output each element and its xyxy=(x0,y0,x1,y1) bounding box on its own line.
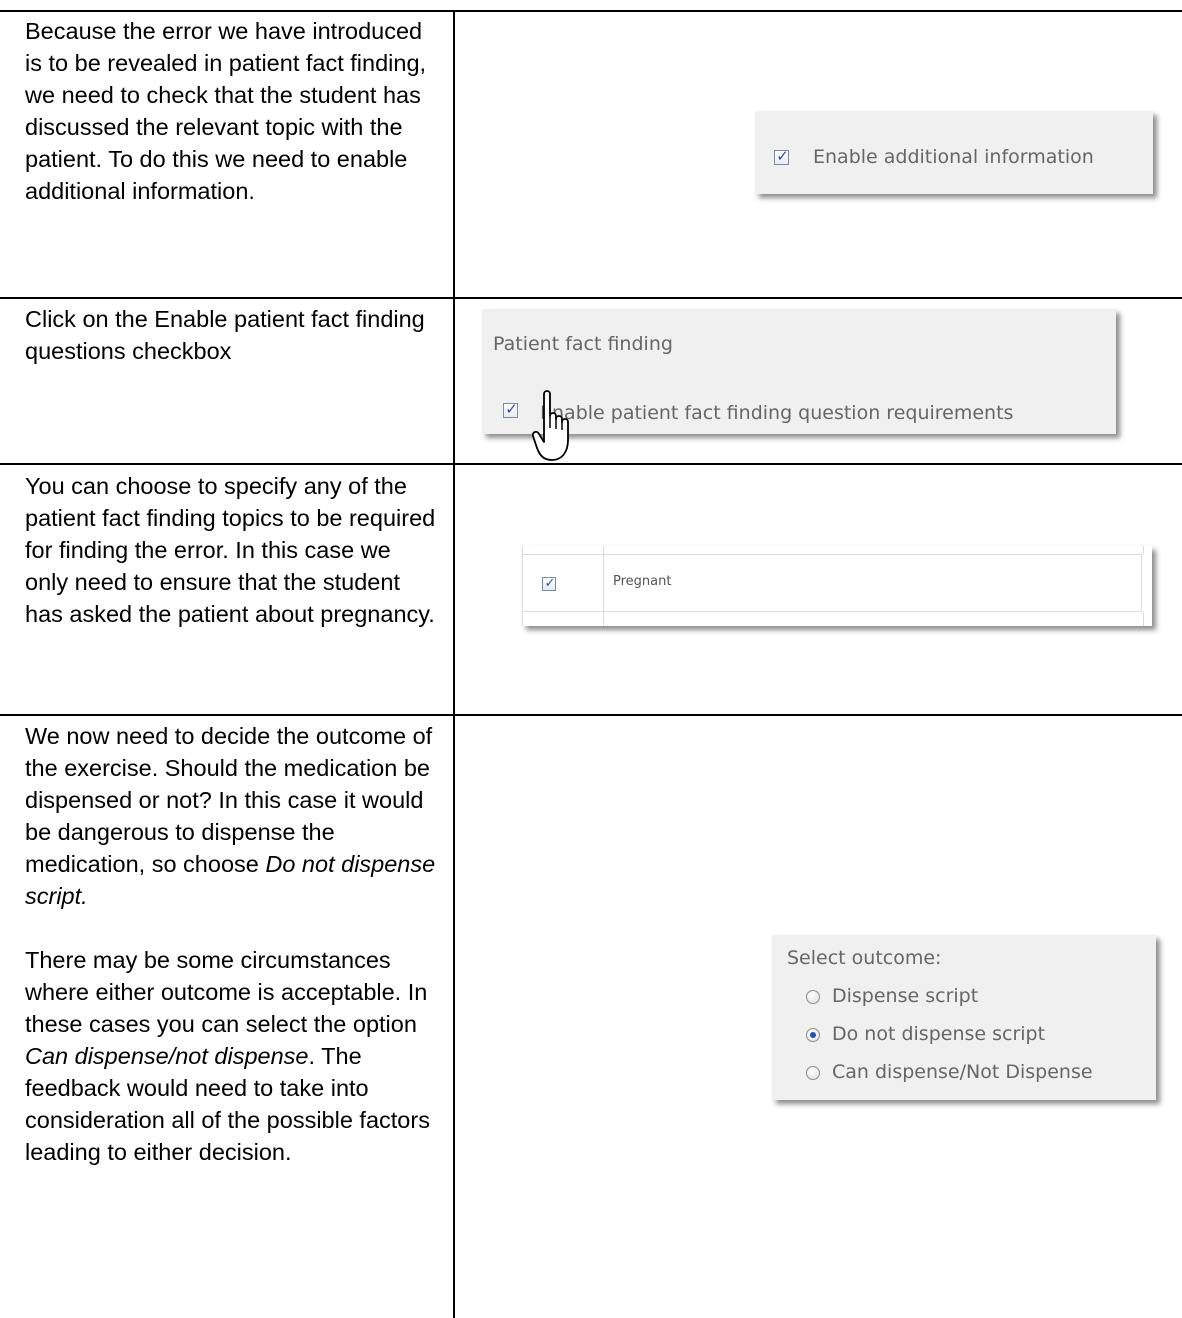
paragraph-text: There may be some circumstances where ei… xyxy=(25,947,428,1037)
radio-selected-icon[interactable] xyxy=(806,1027,820,1042)
option-label: Do not dispense script xyxy=(832,1023,1046,1045)
checkmark-icon: ✓ xyxy=(544,576,556,591)
row-2-text: Click on the Enable patient fact finding… xyxy=(25,306,425,364)
checkbox-icon[interactable]: ✓ xyxy=(503,400,518,418)
row-4-instructions: We now need to decide the outcome of the… xyxy=(25,720,440,1168)
hand-pointer-icon xyxy=(532,390,569,461)
row-divider xyxy=(0,463,1182,465)
checkmark-icon: ✓ xyxy=(776,147,789,165)
option-label: Dispense script xyxy=(832,985,979,1007)
checkbox-label: Enable patient fact finding question req… xyxy=(540,402,1014,424)
topics-table-screenshot: ✓ Pregnant xyxy=(522,546,1152,626)
emphasis-text: Can dispense/not dispense xyxy=(25,1043,309,1069)
radio-icon[interactable] xyxy=(806,1065,820,1080)
row-4-paragraph-1: We now need to decide the outcome of the… xyxy=(25,720,440,912)
row-3-instructions: You can choose to specify any of the pat… xyxy=(25,470,440,630)
table-top-border xyxy=(0,10,1182,12)
section-title: Patient fact finding xyxy=(493,333,673,355)
row-3-text: You can choose to specify any of the pat… xyxy=(25,473,436,627)
row-1-instructions: Because the error we have introduced is … xyxy=(25,15,440,207)
enable-additional-info-screenshot: ✓ Enable additional information xyxy=(755,111,1153,194)
patient-fact-finding-screenshot: Patient fact finding ✓ Enable patient fa… xyxy=(482,309,1116,434)
outcome-option-can-dispense[interactable]: Can dispense/Not Dispense xyxy=(806,1060,1093,1084)
table-row-fragment xyxy=(522,612,1144,626)
row-2-instructions: Click on the Enable patient fact finding… xyxy=(25,303,440,367)
outcome-option-do-not-dispense[interactable]: Do not dispense script xyxy=(806,1022,1045,1046)
checkbox-label: Enable additional information xyxy=(813,146,1094,168)
checkbox-icon[interactable]: ✓ xyxy=(542,576,556,591)
select-outcome-screenshot: Select outcome: Dispense script Do not d… xyxy=(772,935,1156,1100)
outcome-title: Select outcome: xyxy=(787,947,942,969)
row-4-paragraph-2: There may be some circumstances where ei… xyxy=(25,944,440,1168)
row-1-text: Because the error we have introduced is … xyxy=(25,18,427,204)
table-row-fragment xyxy=(522,546,1144,554)
option-label: Can dispense/Not Dispense xyxy=(832,1061,1093,1083)
column-divider xyxy=(453,10,455,1318)
row-divider xyxy=(0,297,1182,299)
checkbox-icon[interactable]: ✓ xyxy=(774,147,789,165)
topic-label: Pregnant xyxy=(613,574,672,589)
checkmark-icon: ✓ xyxy=(505,400,518,418)
radio-icon[interactable] xyxy=(806,989,820,1004)
table-row: ✓ Pregnant xyxy=(522,554,1142,612)
row-divider xyxy=(0,714,1182,716)
outcome-option-dispense[interactable]: Dispense script xyxy=(806,984,978,1008)
